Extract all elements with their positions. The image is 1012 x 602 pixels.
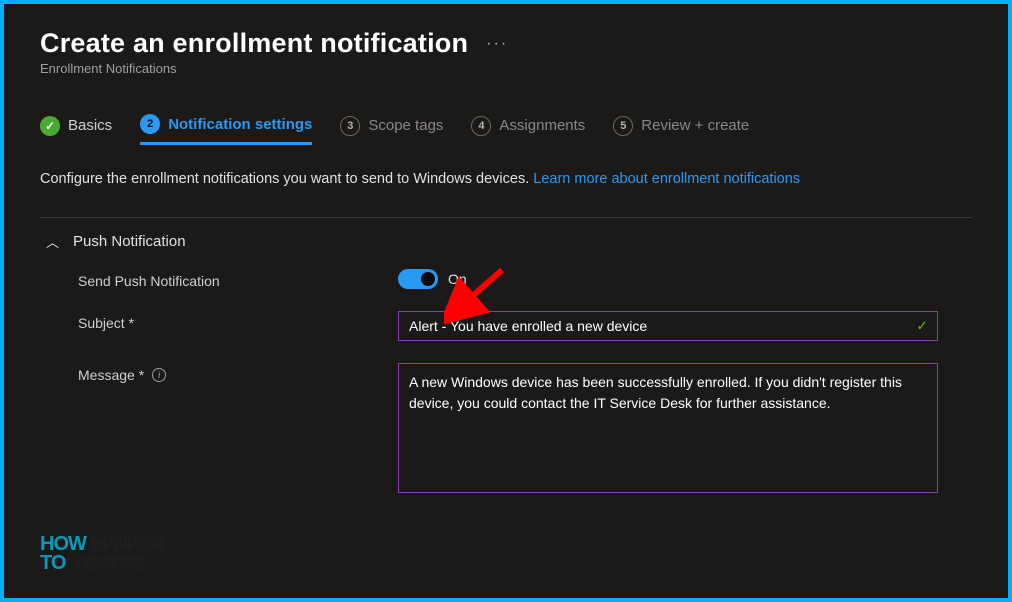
page-title: Create an enrollment notification [40,28,468,59]
tab-assignments[interactable]: 4 Assignments [471,116,585,144]
tab-label: Basics [68,117,112,134]
section-title: Push Notification [73,233,186,250]
control-message [398,363,938,498]
wizard-tabs: ✓ Basics 2 Notification settings 3 Scope… [40,114,972,145]
breadcrumb: Enrollment Notifications [40,61,972,76]
tab-label: Assignments [499,117,585,134]
subject-input[interactable] [398,311,938,341]
toggle-state-label: On [448,271,467,287]
valid-check-icon: ✓ [916,318,928,335]
tab-label: Review + create [641,117,749,134]
toggle-send-push[interactable] [398,269,438,289]
tab-notification-settings[interactable]: 2 Notification settings [140,114,312,145]
tab-label: Notification settings [168,116,312,133]
tab-review-create[interactable]: 5 Review + create [613,116,749,144]
label-subject: Subject * [78,311,398,331]
push-notification-form: Send Push Notification On Subject * ✓ Me… [40,261,972,498]
watermark-line1: HOW MANAGE [40,536,164,553]
info-icon[interactable]: i [152,368,166,382]
label-send-push: Send Push Notification [78,269,398,289]
tab-label: Scope tags [368,117,443,134]
row-send-push: Send Push Notification On [78,269,972,289]
tab-basics[interactable]: ✓ Basics [40,116,112,144]
watermark: HOW MANAGE TO DEVICES [40,536,164,572]
step-number-icon: 2 [140,114,160,134]
description-text: Configure the enrollment notifications y… [40,171,533,187]
row-message: Message * i [78,363,972,498]
app-root: Create an enrollment notification ··· En… [4,4,1008,598]
label-message-text: Message * [78,367,144,383]
label-message: Message * i [78,363,398,383]
control-send-push: On [398,269,938,289]
more-icon[interactable]: ··· [486,35,508,53]
learn-more-link[interactable]: Learn more about enrollment notification… [533,171,800,187]
watermark-line2: TO DEVICES [40,555,164,572]
tab-scope-tags[interactable]: 3 Scope tags [340,116,443,144]
label-subject-text: Subject * [78,315,134,331]
step-number-icon: 3 [340,116,360,136]
chevron-up-icon: ︿ [46,232,59,251]
toggle-knob [421,272,435,286]
title-row: Create an enrollment notification ··· [40,28,972,59]
message-textarea[interactable] [398,363,938,493]
control-subject: ✓ [398,311,938,341]
check-icon: ✓ [40,116,60,136]
section-header-push-notification[interactable]: ︿ Push Notification [40,218,972,261]
step-number-icon: 5 [613,116,633,136]
description: Configure the enrollment notifications y… [40,171,972,187]
row-subject: Subject * ✓ [78,311,972,341]
step-number-icon: 4 [471,116,491,136]
